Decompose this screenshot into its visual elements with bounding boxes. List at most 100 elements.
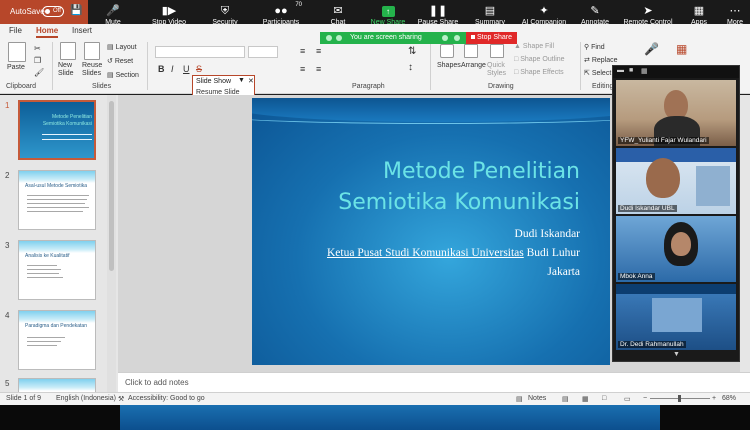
thumbnail-number: 4: [5, 311, 10, 320]
reuse-slides-icon[interactable]: [84, 42, 100, 60]
video-panel-header: ▬ ■ ▦: [613, 66, 739, 78]
tab-file[interactable]: File: [9, 26, 22, 35]
single-view-icon[interactable]: ■: [629, 67, 633, 74]
quick-styles-button[interactable]: Quick Styles: [487, 62, 509, 78]
align-text-icon[interactable]: ↕: [408, 62, 413, 73]
save-icon[interactable]: 💾: [70, 5, 82, 16]
reading-view-icon[interactable]: □: [602, 395, 606, 402]
section-button[interactable]: ▤ Section: [107, 71, 139, 79]
layout-button[interactable]: ▤ Layout: [107, 43, 137, 51]
stop-share-button[interactable]: Stop Share: [466, 32, 517, 44]
zoom-in-icon[interactable]: +: [712, 395, 716, 402]
underline-button[interactable]: U: [183, 64, 190, 74]
zoom-slider-knob[interactable]: [678, 395, 681, 402]
slide-thumbnail-5[interactable]: [18, 378, 96, 392]
participant-video-tile[interactable]: Dr. Dedi Rahmanullah: [616, 284, 736, 350]
pen-icon: ✎: [590, 5, 600, 17]
normal-view-icon[interactable]: ▤: [562, 395, 569, 403]
participant-name: YFW_Yulianti Fajar Wulandari: [618, 137, 709, 144]
align-left-icon[interactable]: ≡: [300, 64, 305, 74]
arrange-button[interactable]: Arrange: [461, 62, 486, 69]
participant-face: [671, 232, 691, 256]
reset-button[interactable]: ↺ Reset: [107, 57, 133, 65]
minimize-icon[interactable]: ▬: [617, 67, 624, 74]
autosave-toggle[interactable]: Off: [42, 6, 64, 17]
slide-thumbnails-pane: 1 Metode Penelitian Semiotika Komunikasi…: [0, 95, 118, 392]
tab-insert[interactable]: Insert: [72, 26, 92, 35]
format-painter-icon[interactable]: 🖌: [34, 68, 44, 77]
stop-icon: [470, 35, 475, 39]
slide-city: Jakarta: [547, 266, 580, 278]
scrollbar-thumb[interactable]: [109, 101, 114, 271]
chevron-down-icon[interactable]: ▼: [673, 351, 680, 358]
shapes-button[interactable]: Shapes: [437, 62, 461, 69]
slide-thumbnail-4[interactable]: Paradigma dan Pendekatan: [18, 310, 96, 370]
quick-styles-icon[interactable]: [490, 44, 504, 58]
copy-icon[interactable]: ❐: [34, 56, 41, 65]
microphone-icon: 🎤: [106, 5, 120, 17]
designer-icon[interactable]: ▦: [676, 42, 687, 56]
paste-button[interactable]: Paste: [7, 64, 25, 71]
participant-video-tile[interactable]: Mbok Anna: [616, 216, 736, 282]
shape-effects-button[interactable]: □ Shape Effects: [514, 69, 564, 76]
notes-pane[interactable]: Click to add notes: [118, 372, 750, 392]
replace-button[interactable]: ⇄ Replace: [584, 56, 618, 64]
notes-toggle-button[interactable]: Notes: [528, 395, 546, 402]
bold-button[interactable]: B: [158, 64, 165, 74]
chevron-down-icon[interactable]: ▼: [238, 77, 245, 84]
slide-thumbnail-3[interactable]: Analisis ke Kualitatif: [18, 240, 96, 300]
slide-thumbnail-1[interactable]: Metode Penelitian Semiotika Komunikasi: [18, 100, 96, 160]
slideshow-menu-item[interactable]: Slide Show: [196, 78, 231, 85]
current-slide[interactable]: Metode Penelitian Semiotika Komunikasi D…: [252, 98, 610, 365]
accessibility-icon[interactable]: ⚒: [118, 395, 124, 403]
font-size-box[interactable]: [248, 46, 278, 58]
paste-icon[interactable]: [8, 42, 26, 62]
ribbon-separator: [52, 42, 53, 90]
reuse-slides-button[interactable]: Reuse Slides: [82, 62, 104, 78]
italic-button[interactable]: I: [171, 64, 174, 74]
slideshow-view-icon[interactable]: ▭: [624, 395, 631, 403]
participant-video-tile[interactable]: Dudi Iskandar UBL: [616, 148, 736, 214]
dictate-icon[interactable]: 🎤: [644, 42, 659, 56]
gallery-view-icon[interactable]: ▦: [641, 67, 648, 75]
slide-sorter-icon[interactable]: ▦: [582, 395, 589, 403]
settings-dot-icon[interactable]: [454, 35, 460, 41]
new-slide-icon[interactable]: [60, 42, 76, 60]
tab-home[interactable]: Home: [36, 26, 59, 38]
slide-thumbnail-2[interactable]: Asal-usul Metode Semiotika: [18, 170, 96, 230]
pause-dot-icon[interactable]: [442, 35, 448, 41]
bullets-icon[interactable]: ≡: [300, 46, 305, 56]
cut-icon[interactable]: ✂: [34, 44, 41, 53]
cursor-icon: ➤: [643, 5, 653, 17]
align-center-icon[interactable]: ≡: [316, 64, 321, 74]
numbering-icon[interactable]: ≡: [316, 46, 321, 56]
clipboard-group-label: Clipboard: [6, 83, 36, 90]
shapes-icon[interactable]: [440, 44, 454, 58]
notes-icon[interactable]: ▤: [516, 395, 523, 403]
find-button[interactable]: ⚲ Find: [584, 43, 605, 51]
thumbnails-scrollbar[interactable]: [107, 95, 116, 392]
screen-sharing-banner: You are screen sharing Stop Share: [320, 32, 517, 44]
accessibility-status[interactable]: Accessibility: Good to go: [128, 395, 205, 402]
arrange-icon[interactable]: [464, 44, 478, 58]
text-direction-icon[interactable]: ⇅: [408, 46, 416, 57]
share-screen-icon: ↑: [381, 6, 395, 17]
font-name-box[interactable]: [155, 46, 245, 58]
editor-scrollbar[interactable]: [740, 95, 750, 372]
close-icon[interactable]: ✕: [248, 77, 254, 85]
zoom-out-icon[interactable]: −: [643, 395, 647, 402]
sparkle-icon: ✦: [539, 5, 549, 17]
thumbnail-title: Paradigma dan Pendekatan: [25, 323, 87, 329]
shape-outline-button[interactable]: □ Shape Outline: [514, 56, 565, 63]
select-button[interactable]: ⇱ Select: [584, 69, 611, 77]
language-indicator[interactable]: English (Indonesia): [56, 395, 116, 402]
shared-content-preview: [120, 405, 660, 430]
thumbnail-number: 3: [5, 241, 10, 250]
participant-video-tile[interactable]: YFW_Yulianti Fajar Wulandari: [616, 80, 736, 146]
slide-title[interactable]: Metode Penelitian Semiotika Komunikasi: [260, 156, 580, 218]
shape-fill-button[interactable]: ▲ Shape Fill: [514, 43, 554, 50]
new-slide-button[interactable]: New Slide: [58, 62, 80, 78]
zoom-level[interactable]: 68%: [722, 395, 736, 402]
slide-subtitle[interactable]: Dudi Iskandar Ketua Pusat Studi Komunika…: [252, 225, 580, 282]
strikethrough-button[interactable]: S: [196, 64, 202, 74]
